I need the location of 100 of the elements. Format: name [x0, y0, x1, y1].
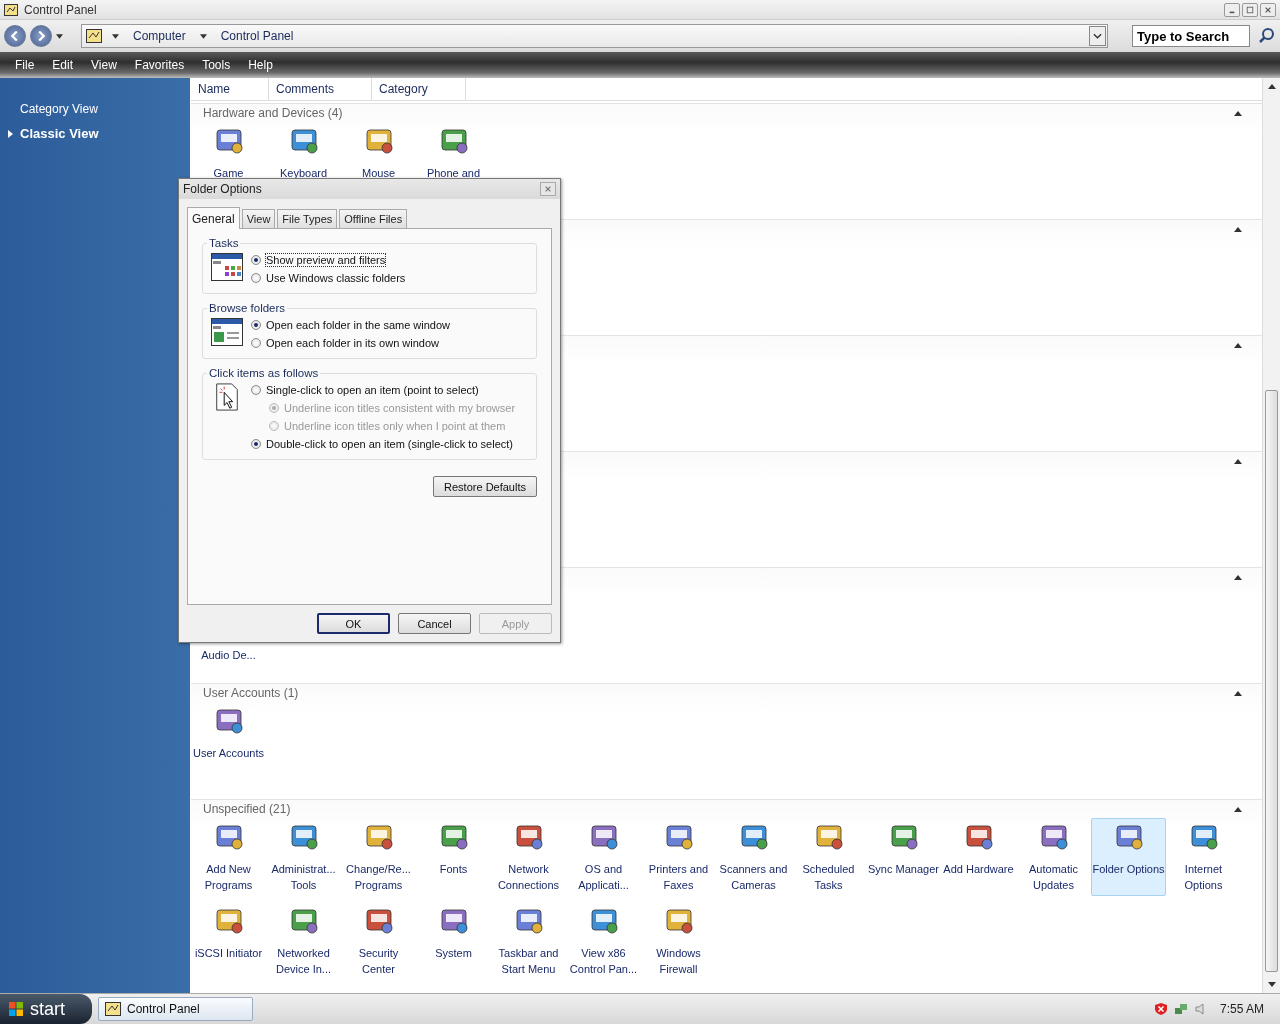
applet-item[interactable]: Scheduled Tasks [791, 818, 866, 896]
column-header[interactable]: Name [191, 78, 269, 100]
radio-label[interactable]: Show preview and filters [265, 253, 387, 267]
collapse-icon[interactable] [1234, 226, 1242, 232]
menu-item[interactable]: View [82, 58, 126, 72]
applet-item[interactable]: User Accounts [191, 702, 266, 764]
applet-item[interactable]: iSCSI Initiator [191, 902, 266, 980]
close-button[interactable] [540, 182, 556, 196]
menu-item[interactable]: Tools [193, 58, 240, 72]
close-button[interactable] [1260, 2, 1276, 17]
scrollbar[interactable] [1262, 78, 1280, 993]
applet-item[interactable]: View x86 Control Pan... [566, 902, 641, 980]
restore-defaults-button[interactable]: Restore Defaults [433, 476, 537, 497]
maximize-button[interactable] [1242, 2, 1258, 17]
address-field[interactable]: Computer Control Panel [81, 24, 1108, 48]
radio-button[interactable] [251, 439, 261, 449]
scroll-down-icon[interactable] [1267, 982, 1276, 987]
collapse-icon[interactable] [1234, 690, 1242, 696]
column-header[interactable]: Category [372, 78, 466, 100]
radio-label[interactable]: Use Windows classic folders [265, 271, 407, 285]
minimize-button[interactable] [1224, 2, 1240, 17]
applet-item[interactable]: Folder Options [1091, 818, 1166, 896]
applet-label: OS and Applicati... [577, 862, 630, 893]
applet-item[interactable]: Windows Firewall [641, 902, 716, 980]
collapse-icon[interactable] [1234, 806, 1242, 812]
caret-icon[interactable] [112, 33, 119, 39]
applet-item[interactable]: Sync Manager [866, 818, 941, 896]
sidebar-item[interactable]: Category View [8, 101, 98, 116]
collapse-icon[interactable] [1234, 110, 1242, 116]
applet-label: Scanners and Cameras [718, 862, 789, 893]
dialog-button[interactable]: OK [317, 613, 390, 634]
applet-item[interactable]: Game [191, 122, 266, 184]
group-header: Unspecified (21) [203, 802, 291, 816]
applet-item[interactable]: Change/Re... Programs [341, 818, 416, 896]
menu-item[interactable]: File [6, 58, 44, 72]
applet-item[interactable]: System [416, 902, 491, 980]
menu-item[interactable]: Help [239, 58, 282, 72]
applet-item[interactable]: Scanners and Cameras [716, 818, 791, 896]
radio-button[interactable] [251, 320, 261, 330]
applet-item[interactable]: Mouse [341, 122, 416, 184]
applet-item[interactable]: Fonts [416, 818, 491, 896]
breadcrumb[interactable]: Control Panel [216, 29, 298, 43]
tab[interactable]: General [187, 207, 240, 229]
applet-label: Change/Re... Programs [345, 862, 412, 893]
applet-item[interactable]: Keyboard [266, 122, 341, 184]
caret-icon[interactable] [199, 33, 207, 39]
tab[interactable]: View [241, 209, 276, 228]
taskbar-button[interactable]: Control Panel [98, 997, 253, 1021]
applet-label: Sync Manager [868, 862, 939, 877]
applet-label: System [435, 946, 472, 961]
applet-item[interactable]: Add Hardware [941, 818, 1016, 896]
applet-item[interactable]: Add New Programs [191, 818, 266, 896]
applet-item[interactable]: Printers and Faxes [641, 818, 716, 896]
applet-item[interactable]: Internet Options [1166, 818, 1241, 896]
back-button[interactable] [4, 25, 26, 47]
breadcrumb[interactable]: Computer [129, 29, 190, 43]
applet-item[interactable]: OS and Applicati... [566, 818, 641, 896]
applet-item[interactable]: Network Connections [491, 818, 566, 896]
applet-label: Fonts [439, 862, 468, 877]
radio-button[interactable] [251, 255, 261, 265]
control-panel-icon [4, 3, 18, 16]
applet-label: Add New Programs [203, 862, 254, 893]
applet-item[interactable]: Phone and [416, 122, 491, 184]
radio-button[interactable] [251, 385, 261, 395]
menu-item[interactable]: Favorites [125, 58, 194, 72]
collapse-icon[interactable] [1234, 342, 1242, 348]
network-icon[interactable] [1173, 1002, 1188, 1016]
start-button[interactable]: start [0, 994, 92, 1024]
menu-item[interactable]: Edit [43, 58, 83, 72]
clock: 7:55 AM [1219, 1002, 1264, 1016]
applet-item[interactable]: Networked Device In... [266, 902, 341, 980]
applet-item[interactable]: Taskbar and Start Menu [491, 902, 566, 980]
applet-item[interactable]: Administrat... Tools [266, 818, 341, 896]
radio-label[interactable]: Single-click to open an item (point to select) [265, 383, 480, 397]
scrollbar-thumb[interactable] [1265, 390, 1278, 972]
collapse-icon[interactable] [1234, 458, 1242, 464]
applet-item[interactable]: Security Center [341, 902, 416, 980]
radio-label[interactable]: Open each folder in its own window [265, 336, 441, 350]
tab[interactable]: File Types [277, 209, 338, 228]
dropdown-button[interactable] [1089, 26, 1106, 46]
sidebar-item[interactable]: Classic View [20, 126, 99, 141]
applet-label: Security Center [357, 946, 400, 977]
column-header[interactable]: Comments [269, 78, 372, 100]
caret-icon[interactable] [56, 33, 63, 39]
tab[interactable]: Offline Files [339, 209, 408, 228]
applet-item[interactable]: Automatic Updates [1016, 818, 1091, 896]
radio-button[interactable] [251, 273, 261, 283]
forward-button[interactable] [30, 25, 52, 47]
chevron-down-icon [1093, 33, 1102, 39]
applet-label: Administrat... Tools [270, 862, 337, 893]
dialog-button[interactable]: Cancel [398, 613, 471, 634]
search-icon[interactable] [1258, 27, 1276, 45]
applet-label: Networked Device In... [275, 946, 332, 977]
search-field[interactable]: Type to Search [1132, 25, 1250, 47]
radio-label[interactable]: Open each folder in the same window [265, 318, 452, 332]
scroll-up-icon[interactable] [1267, 84, 1276, 89]
radio-button[interactable] [251, 338, 261, 348]
collapse-icon[interactable] [1234, 574, 1242, 580]
radio-label[interactable]: Double-click to open an item (single-click to select) [265, 437, 514, 451]
shield-icon[interactable] [1153, 1002, 1168, 1016]
